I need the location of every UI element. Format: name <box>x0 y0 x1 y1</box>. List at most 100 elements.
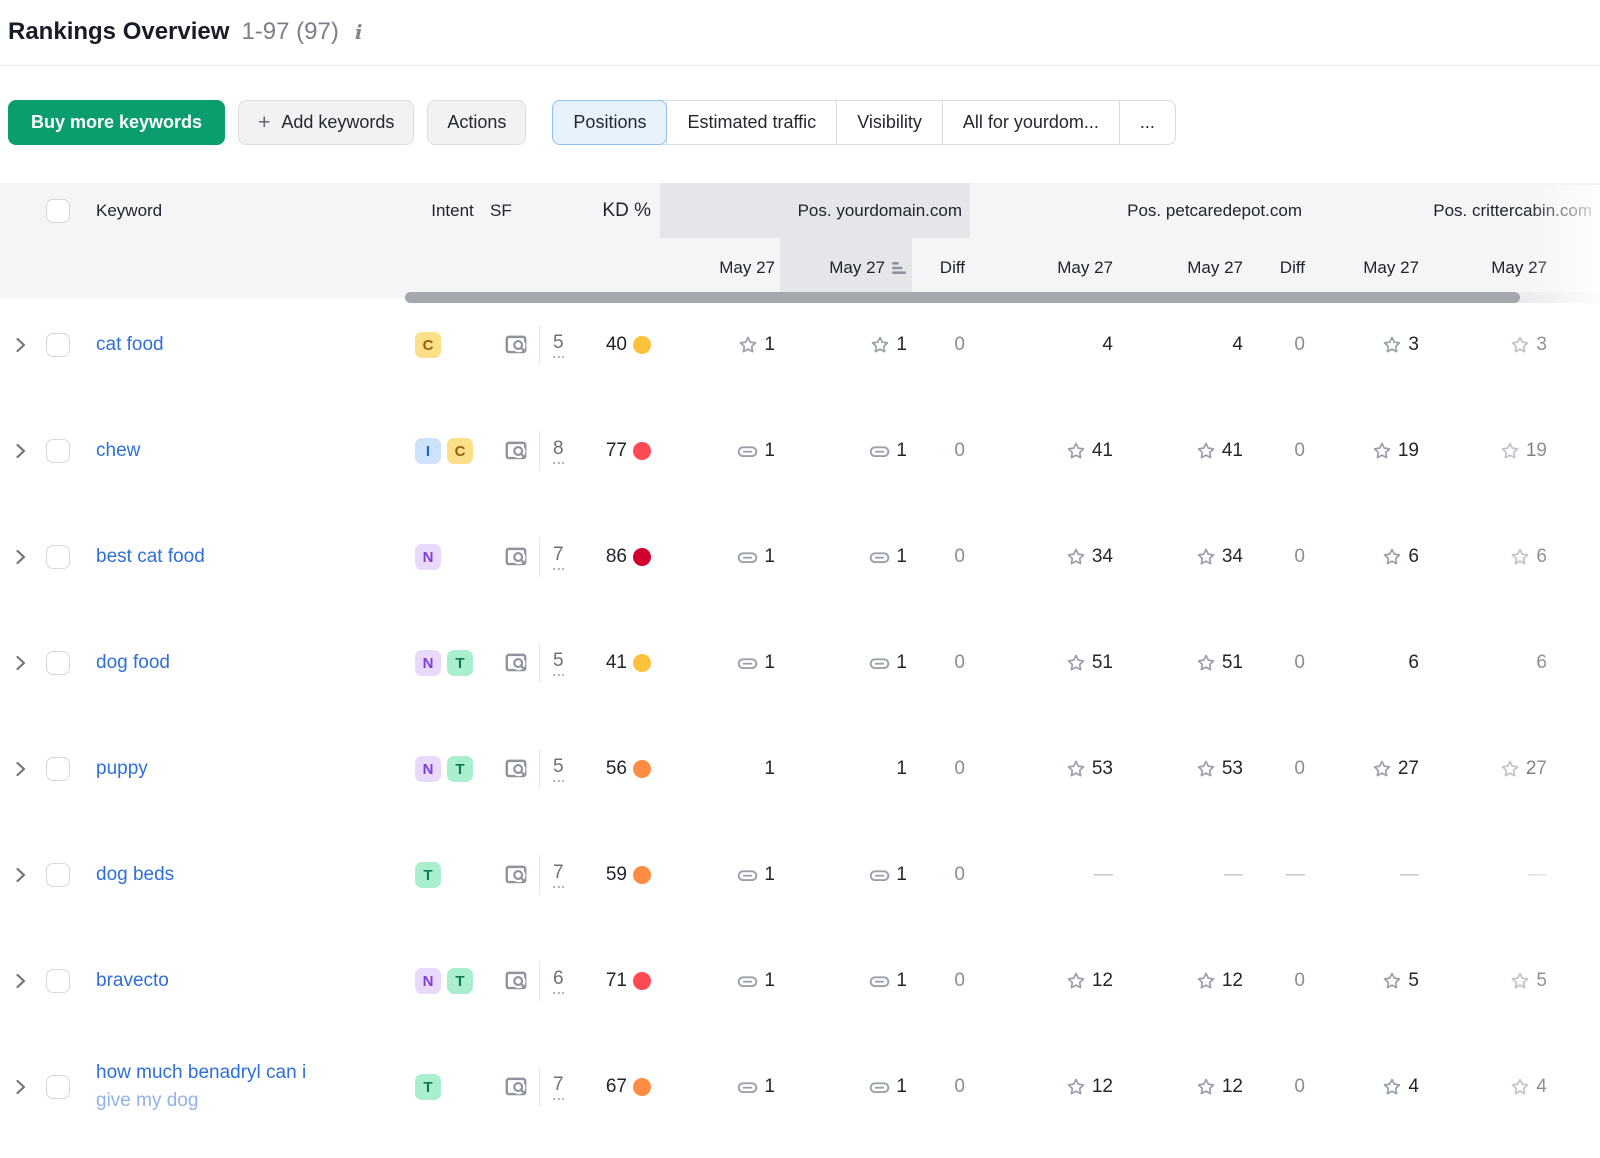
position-value: 4 <box>1408 1076 1419 1098</box>
tab-all-for-yourdom[interactable]: All for yourdom... <box>942 101 1119 144</box>
kd-difficulty-dot <box>633 442 651 460</box>
row-checkbox[interactable] <box>46 757 70 781</box>
position-value: — <box>1224 864 1243 886</box>
column-header-sf[interactable]: SF <box>490 201 580 221</box>
position-cell: — <box>970 864 1118 886</box>
chevron-right-icon[interactable] <box>10 652 30 674</box>
sf-count[interactable]: 6 <box>553 968 564 994</box>
sf-count[interactable]: 7 <box>553 544 564 570</box>
select-all-checkbox[interactable] <box>46 199 70 223</box>
serp-features-icon[interactable] <box>503 332 529 358</box>
table-row: dog bedsT759110————— <box>0 822 1600 928</box>
add-keywords-button[interactable]: + Add keywords <box>238 100 414 145</box>
star-icon <box>1509 1076 1531 1098</box>
column-header-kd[interactable]: KD % <box>580 200 660 222</box>
serp-features-icon[interactable] <box>503 968 529 994</box>
tab-visibility[interactable]: Visibility <box>836 101 942 144</box>
link-icon <box>736 864 759 887</box>
table-row: best cat foodN7861103434066 <box>0 504 1600 610</box>
position-value: 1 <box>764 1076 775 1098</box>
keyword-link[interactable]: how much benadryl can igive my dog <box>96 1059 400 1115</box>
keyword-link[interactable]: dog food <box>96 649 400 677</box>
sf-count[interactable]: 7 <box>553 862 564 888</box>
row-checkbox[interactable] <box>46 439 70 463</box>
serp-features-icon[interactable] <box>503 438 529 464</box>
star-icon <box>1509 546 1531 568</box>
position-cell: 41 <box>970 440 1118 462</box>
chevron-right-icon[interactable] <box>10 334 30 356</box>
position-value: 41 <box>1092 440 1113 462</box>
position-value: 53 <box>1222 758 1243 780</box>
row-checkbox[interactable] <box>46 969 70 993</box>
column-header-intent[interactable]: Intent <box>400 201 490 221</box>
position-value: — <box>1528 864 1547 886</box>
chevron-right-icon[interactable] <box>10 864 30 886</box>
row-checkbox[interactable] <box>46 545 70 569</box>
keyword-link[interactable]: best cat food <box>96 543 400 571</box>
position-value: 12 <box>1222 970 1243 992</box>
row-checkbox[interactable] <box>46 651 70 675</box>
row-checkbox[interactable] <box>46 1075 70 1099</box>
keyword-link[interactable]: bravecto <box>96 967 400 995</box>
serp-features-icon[interactable] <box>503 862 529 888</box>
position-cell: 27 <box>1310 758 1424 780</box>
keyword-link[interactable]: puppy <box>96 755 400 783</box>
date-column-header-sorted[interactable]: May 27 <box>780 238 912 298</box>
position-cell: 0 <box>912 440 970 462</box>
sf-count[interactable]: 8 <box>553 438 564 464</box>
tab-positions[interactable]: Positions <box>552 100 667 145</box>
title-range: 1-97 (97) <box>241 18 338 46</box>
row-checkbox[interactable] <box>46 863 70 887</box>
actions-button[interactable]: Actions <box>427 100 526 145</box>
serp-features-icon[interactable] <box>503 650 529 676</box>
serp-features-icon[interactable] <box>503 544 529 570</box>
buy-more-keywords-button[interactable]: Buy more keywords <box>8 100 225 145</box>
intent-badge-n: N <box>415 756 441 782</box>
date-column-header[interactable]: May 27 <box>1310 258 1424 278</box>
diff-column-header[interactable]: Diff <box>1248 258 1310 278</box>
position-cell: 12 <box>1118 1076 1248 1098</box>
position-cell: 0 <box>912 334 970 356</box>
keyword-link[interactable]: cat food <box>96 331 400 359</box>
diff-column-header[interactable]: Diff <box>912 258 970 278</box>
sf-count[interactable]: 7 <box>553 1074 564 1100</box>
sf-count[interactable]: 5 <box>553 756 564 782</box>
column-group-yourdomain[interactable]: Pos. yourdomain.com <box>660 183 970 238</box>
horizontal-scrollbar[interactable] <box>405 292 1600 303</box>
intent-badge-n: N <box>415 544 441 570</box>
scrollbar-thumb[interactable] <box>405 292 1520 303</box>
position-value: 0 <box>954 864 965 886</box>
position-cell: 0 <box>1248 970 1310 992</box>
column-group-crittercabin[interactable]: Pos. crittercabin.com <box>1310 183 1600 238</box>
chevron-right-icon[interactable] <box>10 1076 30 1098</box>
chevron-right-icon[interactable] <box>10 758 30 780</box>
kd-value: 67 <box>606 1076 627 1098</box>
position-cell: 12 <box>970 970 1118 992</box>
position-value: 0 <box>1294 546 1305 568</box>
chevron-right-icon[interactable] <box>10 970 30 992</box>
chevron-right-icon[interactable] <box>10 440 30 462</box>
date-column-header[interactable]: May 27 <box>660 258 780 278</box>
serp-features-icon[interactable] <box>503 756 529 782</box>
date-column-header[interactable]: May 27 <box>1424 258 1552 278</box>
position-cell: 1 <box>780 334 912 356</box>
keyword-link[interactable]: dog beds <box>96 861 400 889</box>
chevron-right-icon[interactable] <box>10 546 30 568</box>
serp-features-icon[interactable] <box>503 1074 529 1100</box>
column-group-petcaredepot[interactable]: Pos. petcaredepot.com <box>970 183 1310 238</box>
tab-[interactable]: ... <box>1119 101 1175 144</box>
sf-count[interactable]: 5 <box>553 332 564 358</box>
star-icon <box>1499 440 1521 462</box>
date-column-header[interactable]: May 27 <box>1118 258 1248 278</box>
sf-count[interactable]: 5 <box>553 650 564 676</box>
link-icon <box>736 440 759 463</box>
keyword-link[interactable]: chew <box>96 437 400 465</box>
tab-estimated-traffic[interactable]: Estimated traffic <box>666 101 836 144</box>
date-column-header[interactable]: May 27 <box>970 258 1118 278</box>
column-header-keyword[interactable]: Keyword <box>96 201 400 221</box>
position-cell: 1 <box>660 440 780 463</box>
row-checkbox[interactable] <box>46 333 70 357</box>
sort-descending-icon <box>892 261 907 275</box>
info-icon[interactable]: i <box>351 20 367 44</box>
star-icon <box>1065 970 1087 992</box>
